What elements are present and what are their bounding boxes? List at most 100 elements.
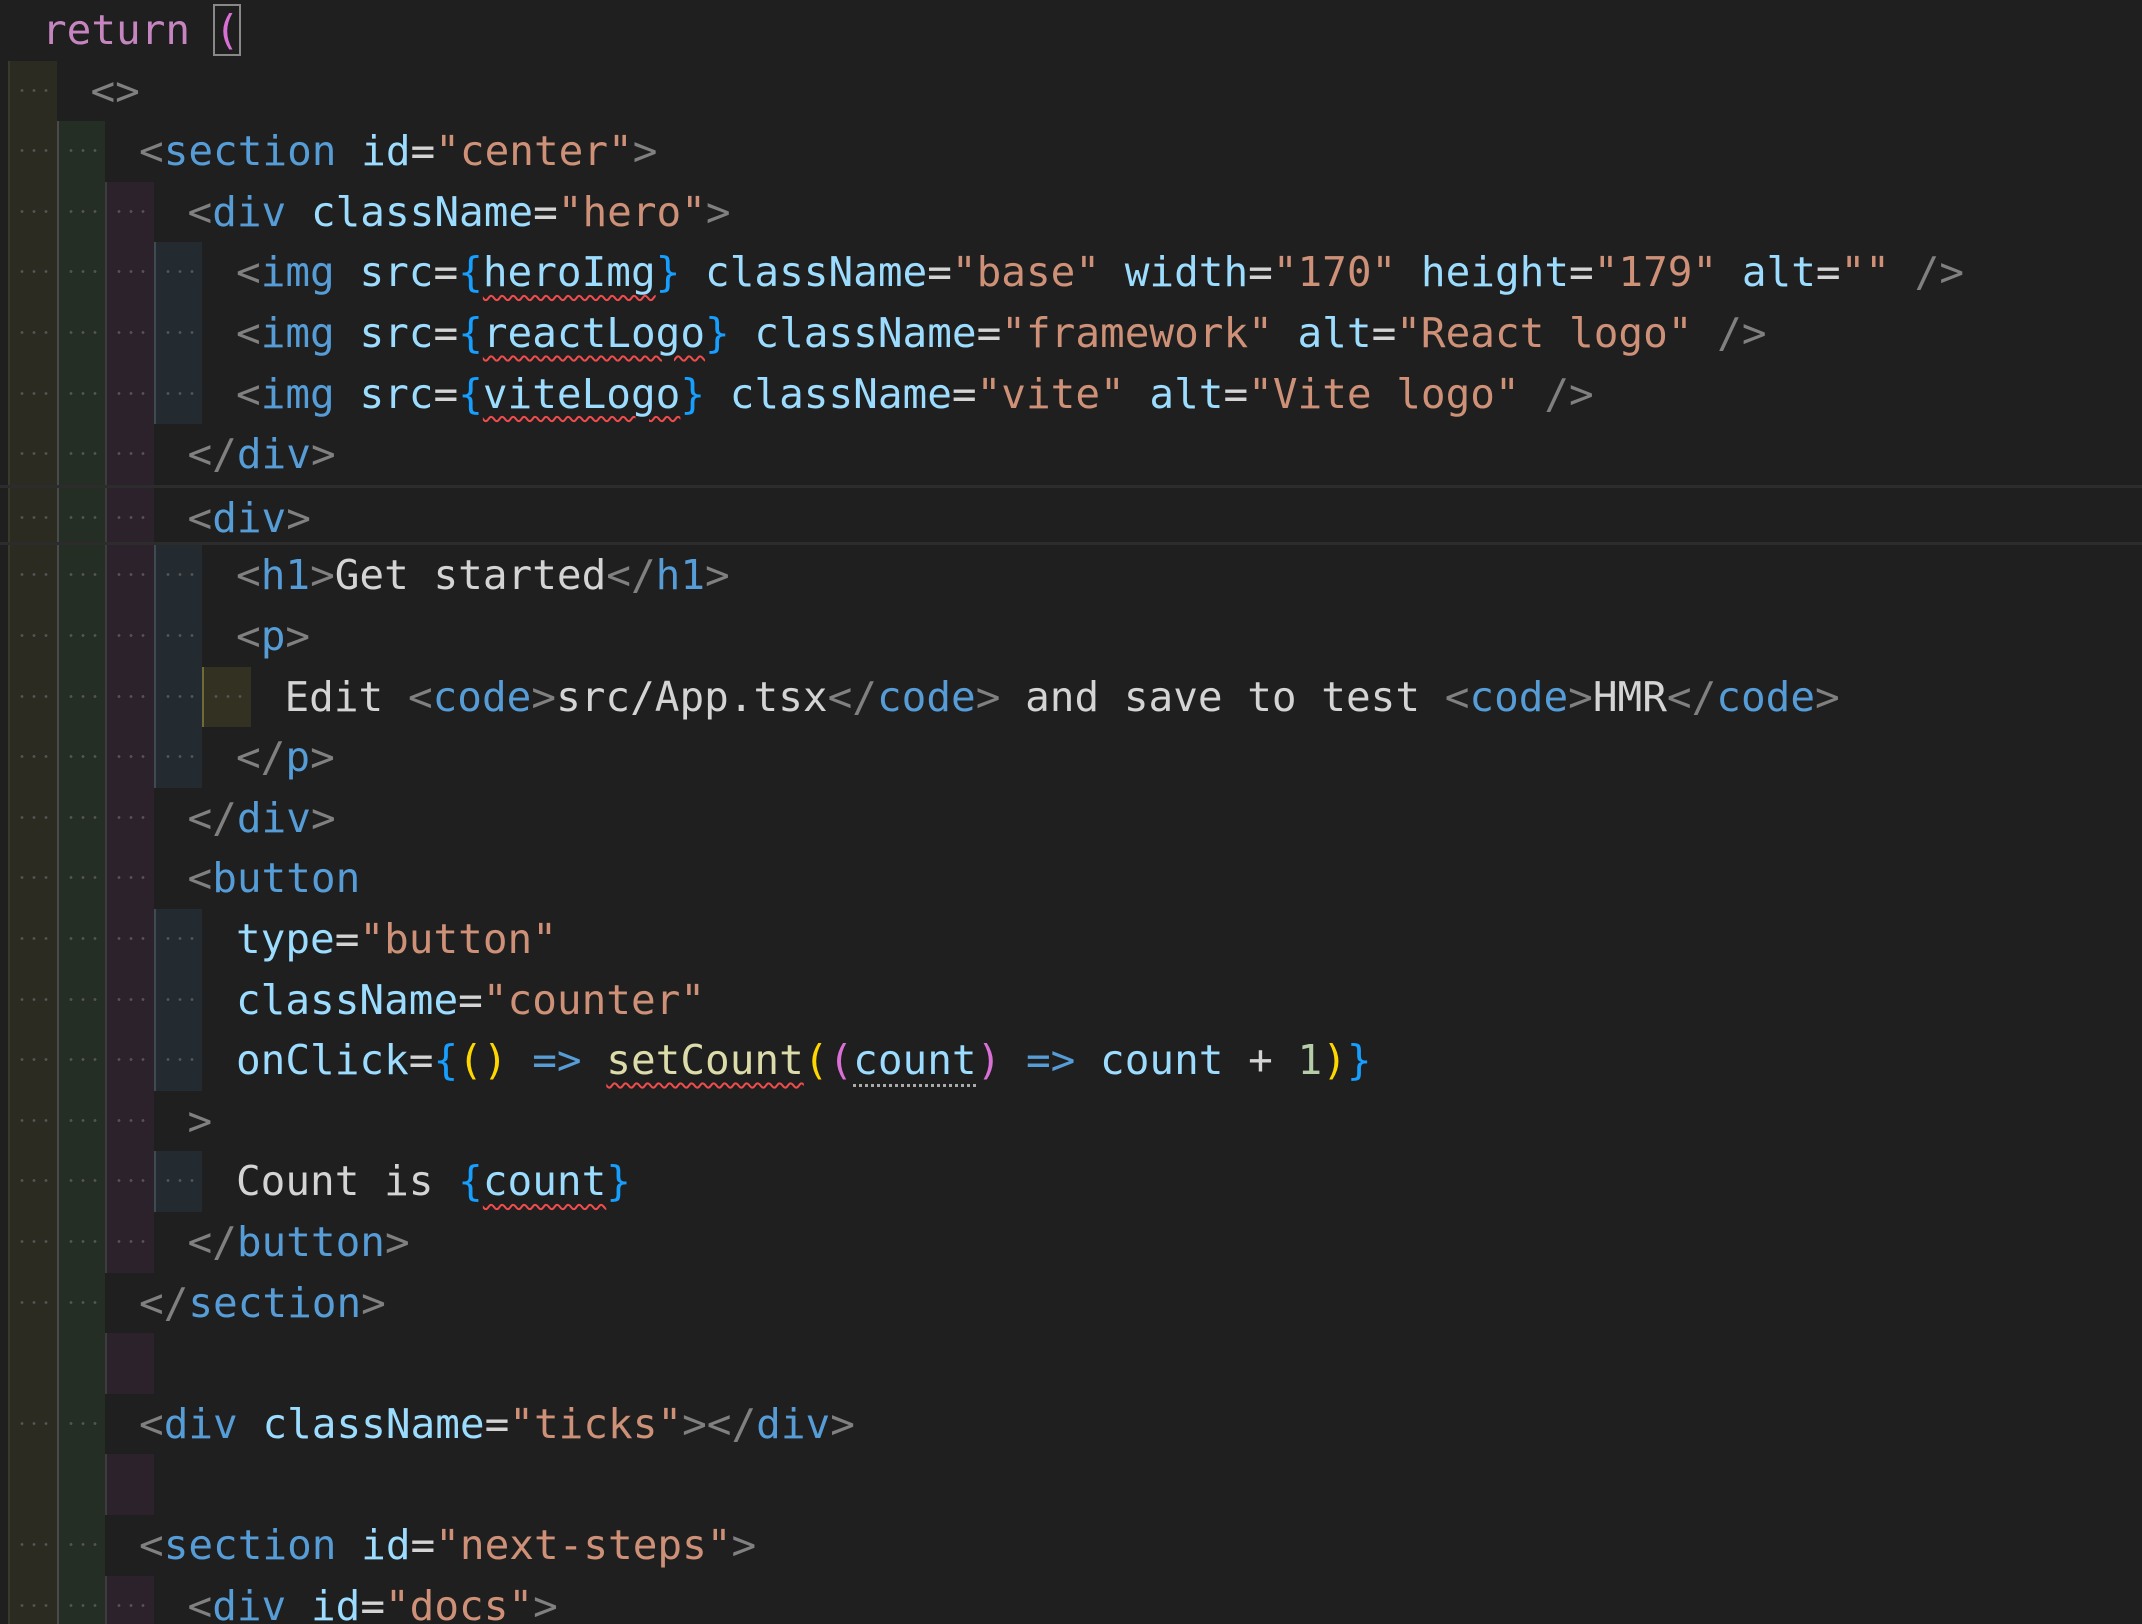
code-line[interactable]: <p>: [0, 606, 2142, 667]
code-token: </: [1666, 672, 1717, 721]
indent-guide: [105, 1151, 154, 1212]
indent-guide: [8, 1515, 57, 1576]
code-token: <: [236, 248, 261, 297]
code-token: img: [260, 309, 335, 357]
indent-guide: [105, 545, 154, 606]
code-line[interactable]: <img src={viteLogo} className="vite" alt…: [0, 363, 2142, 425]
code-token: div: [236, 430, 311, 479]
code-token: code: [432, 672, 532, 721]
indent-guide: [105, 606, 154, 667]
code-line[interactable]: Count is {count}: [0, 1151, 2142, 1212]
code-line[interactable]: <>: [0, 60, 2142, 122]
code-token: >: [975, 672, 1001, 721]
code-token: =: [433, 309, 459, 357]
indent-guide: [105, 909, 154, 970]
code-token: </: [187, 430, 237, 479]
code-text: <img src={heroImg} className="base" widt…: [236, 246, 1964, 298]
code-line[interactable]: <button: [0, 848, 2142, 909]
code-token: className: [236, 975, 459, 1024]
code-text: onClick={() => setCount((count) => count…: [236, 1034, 1372, 1086]
code-line[interactable]: <img src={heroImg} className="base" widt…: [0, 242, 2142, 303]
code-token: {: [433, 1036, 459, 1085]
code-token: (: [828, 1036, 854, 1085]
code-line[interactable]: <div className="ticks"></div>: [0, 1393, 2142, 1455]
code-token: heroImg: [482, 248, 656, 297]
code-token: className: [705, 248, 928, 297]
code-line[interactable]: <div>: [0, 484, 2142, 546]
indent-guide: [153, 242, 202, 303]
code-line[interactable]: [0, 1333, 2142, 1394]
code-token: =: [433, 248, 459, 297]
code-token: {: [458, 248, 483, 297]
code-token: <: [236, 612, 261, 660]
code-line[interactable]: <img src={reactLogo} className="framewor…: [0, 303, 2142, 364]
code-token: src: [359, 369, 434, 418]
code-line[interactable]: <h1>Get started</h1>: [0, 545, 2142, 606]
code-token: Get started: [334, 551, 607, 600]
code-line[interactable]: <div id="docs">: [0, 1575, 2142, 1624]
code-token: "170": [1272, 248, 1397, 297]
indent-guide: [153, 727, 202, 788]
code-line[interactable]: <section id="center">: [0, 121, 2142, 182]
code-token: <: [236, 369, 261, 418]
code-token: Count is: [236, 1157, 434, 1206]
code-token: >: [533, 1581, 558, 1624]
code-token: =: [484, 1399, 510, 1448]
code-line[interactable]: [0, 1454, 2142, 1515]
code-line[interactable]: onClick={() => setCount((count) => count…: [0, 1030, 2142, 1091]
indent-guide: [56, 666, 105, 728]
code-token: }: [655, 248, 681, 297]
code-line[interactable]: <div className="hero">: [0, 181, 2142, 243]
code-line[interactable]: >: [0, 1090, 2142, 1152]
code-token: <: [187, 493, 213, 542]
code-line[interactable]: </section>: [0, 1272, 2142, 1334]
code-token: =: [410, 127, 436, 176]
code-line[interactable]: type="button": [0, 909, 2142, 970]
code-text: </div>: [188, 428, 336, 480]
code-line[interactable]: return (: [0, 0, 2142, 61]
code-line[interactable]: Edit <code>src/App.tsx</code> and save t…: [0, 666, 2142, 728]
indent-guide: [8, 1212, 57, 1273]
code-token: "framework": [1001, 309, 1273, 357]
code-token: <: [187, 187, 213, 236]
code-token: p: [285, 733, 311, 782]
code-token: src: [359, 309, 434, 357]
code-token: className: [729, 369, 952, 418]
code-token: =>: [532, 1036, 582, 1085]
indent-guide: [153, 545, 202, 606]
indent-guide: [8, 1575, 57, 1624]
code-line[interactable]: <section id="next-steps">: [0, 1515, 2142, 1576]
code-token: id: [310, 1581, 361, 1624]
code-line[interactable]: </div>: [0, 787, 2142, 849]
indent-guide: [8, 1272, 57, 1334]
code-token: "Vite logo": [1248, 369, 1520, 418]
code-text: >: [188, 1095, 213, 1147]
code-token: reactLogo: [482, 309, 706, 357]
code-token: }: [705, 309, 730, 357]
code-line[interactable]: </p>: [0, 727, 2142, 788]
code-text: <section id="center">: [139, 125, 657, 177]
code-token: </: [236, 733, 286, 782]
code-line[interactable]: </button>: [0, 1212, 2142, 1273]
code-line[interactable]: className="counter": [0, 969, 2142, 1031]
code-token: section: [163, 127, 337, 176]
code-token: <>: [90, 66, 140, 115]
code-token: p: [260, 612, 286, 660]
code-line[interactable]: </div>: [0, 424, 2142, 485]
indent-guide: [8, 1333, 57, 1394]
code-editor[interactable]: return (<> <section id="center"> <div clas…: [0, 0, 2142, 1624]
code-token: =: [458, 975, 483, 1024]
indent-guide: [8, 242, 57, 303]
code-token: =: [433, 369, 459, 418]
code-text: <div id="docs">: [188, 1580, 558, 1624]
code-token: (: [803, 1036, 829, 1085]
